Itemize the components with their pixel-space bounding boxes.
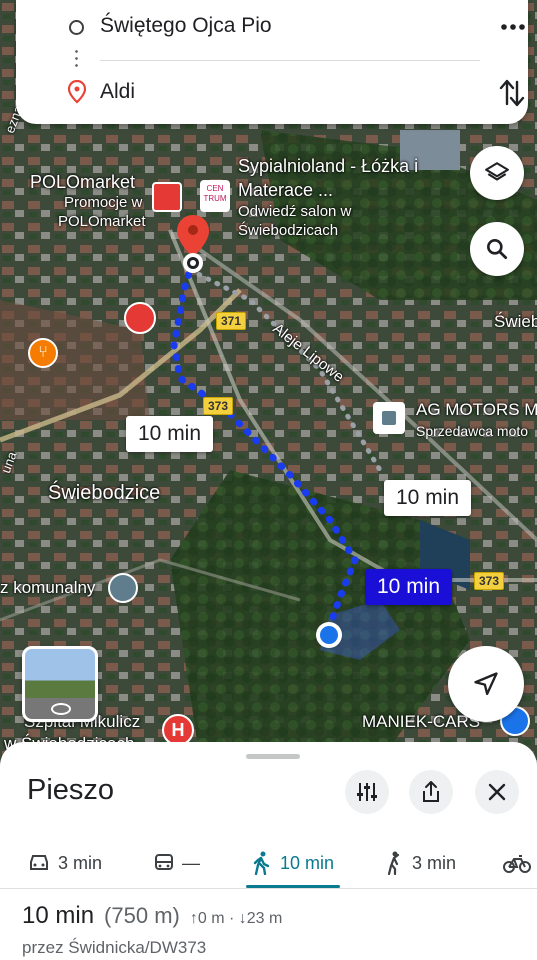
tab-transit-label: —: [182, 852, 200, 873]
field-divider: [100, 60, 480, 61]
place-sypialnioland-1[interactable]: Sypialnioland - Łóżka i: [238, 156, 418, 177]
directions-card: Świętego Ojca Pio Aldi: [16, 0, 528, 124]
tab-transit[interactable]: —: [154, 838, 200, 888]
drag-handle[interactable]: [246, 754, 300, 759]
close-button[interactable]: [475, 770, 519, 814]
tabs-divider: [0, 888, 537, 889]
walk-icon: [253, 851, 270, 875]
elevation-separator: ·: [228, 910, 235, 927]
place-polomarket-promo-2: POLOmarket: [58, 213, 146, 230]
route-time-bubble-selected[interactable]: 10 min: [365, 569, 453, 605]
recenter-button[interactable]: [448, 646, 524, 722]
route-via: przez Świdnicka/DW373: [22, 938, 207, 957]
tab-walking-label: 10 min: [280, 852, 335, 873]
route-time-bubble-alt-1[interactable]: 10 min: [126, 416, 214, 452]
transit-icon: [155, 854, 173, 870]
place-sypialnioland-sub-2: Świebodzicach: [238, 222, 339, 239]
street-view-icon: [51, 703, 71, 715]
share-button[interactable]: [409, 770, 453, 814]
route-dots-icon: [75, 48, 78, 68]
place-komunalny[interactable]: z komunalny: [0, 578, 95, 598]
tab-driving[interactable]: 3 min: [28, 838, 102, 888]
tab-walking[interactable]: 10 min: [246, 838, 341, 888]
layers-icon: [485, 162, 509, 181]
elevation-down-icon: ↓: [238, 910, 247, 927]
navigation-arrow-icon: [474, 672, 498, 696]
destination-pin-small-icon: [68, 80, 86, 104]
more-options-icon[interactable]: [500, 14, 526, 40]
travel-mode-title: Pieszo: [27, 774, 115, 806]
place-sypialnioland-sub-1: Odwiedź salon w: [238, 203, 352, 220]
route-options-button[interactable]: [345, 770, 389, 814]
place-polomarket-promo-1: Promocje w: [64, 194, 143, 211]
swap-directions-icon[interactable]: [498, 78, 526, 108]
rideshare-icon: [387, 851, 400, 875]
search-icon: [487, 239, 508, 260]
travel-mode-tabs: 3 min — 10 min 3 min: [0, 838, 537, 888]
city-label-right: Świeb: [494, 312, 537, 331]
street-view-thumbnail[interactable]: [22, 646, 98, 722]
origin-circle-icon: [69, 20, 84, 35]
tab-cycling[interactable]: [503, 838, 531, 888]
elevation-up-icon: ↑: [189, 910, 198, 927]
elevation-up: 0 m: [197, 910, 225, 927]
road-shield-373: 373: [203, 397, 234, 415]
route-distance: (750 m): [104, 903, 180, 928]
shopping-icon[interactable]: [124, 302, 156, 334]
cemetery-icon[interactable]: [108, 573, 138, 603]
place-ag-motors[interactable]: AG MOTORS M: [416, 400, 537, 420]
sliders-icon: [357, 783, 377, 801]
destination-field[interactable]: Aldi: [100, 80, 135, 104]
route-time-bubble-alt-2[interactable]: 10 min: [384, 480, 472, 516]
current-location-icon: [316, 622, 342, 648]
restaurant-icon[interactable]: ⑂: [28, 338, 58, 368]
road-shield-371: 371: [216, 312, 247, 330]
search-along-route-button[interactable]: [470, 222, 524, 276]
tab-rideshare[interactable]: 3 min: [382, 838, 456, 888]
close-icon: [488, 783, 506, 801]
place-maniek-cars[interactable]: MANIEK-CARS: [362, 712, 480, 732]
share-icon: [423, 781, 439, 802]
polomarket-logo[interactable]: [152, 182, 182, 212]
elevation-down: 23 m: [246, 910, 283, 927]
city-label-swiebodzice: Świebodzice: [48, 482, 161, 504]
origin-field[interactable]: Świętego Ojca Pio: [100, 14, 272, 38]
destination-pin-icon[interactable]: [175, 213, 211, 277]
route-duration: 10 min: [22, 902, 95, 929]
layers-button[interactable]: [470, 146, 524, 200]
place-sypialnioland-2[interactable]: Materace ...: [238, 180, 333, 201]
car-dealer-icon[interactable]: [373, 402, 405, 434]
centrum-logo[interactable]: CEN TRUM: [200, 180, 230, 212]
tab-driving-label: 3 min: [58, 852, 103, 873]
bottom-sheet: Pieszo 3 min — 10 min 3 min 10 min (750 …: [0, 742, 537, 960]
car-icon: [30, 855, 48, 870]
bike-icon: [503, 855, 531, 873]
road-shield-373-east: 373: [474, 572, 505, 590]
tab-rideshare-label: 3 min: [412, 852, 457, 873]
elevation-info: ↑0 m · ↓23 m: [190, 910, 282, 928]
route-summary[interactable]: 10 min (750 m) ↑0 m · ↓23 m: [22, 902, 282, 930]
place-polomarket-name[interactable]: POLOmarket: [30, 172, 135, 193]
place-ag-motors-sub: Sprzedawca moto: [416, 423, 529, 439]
